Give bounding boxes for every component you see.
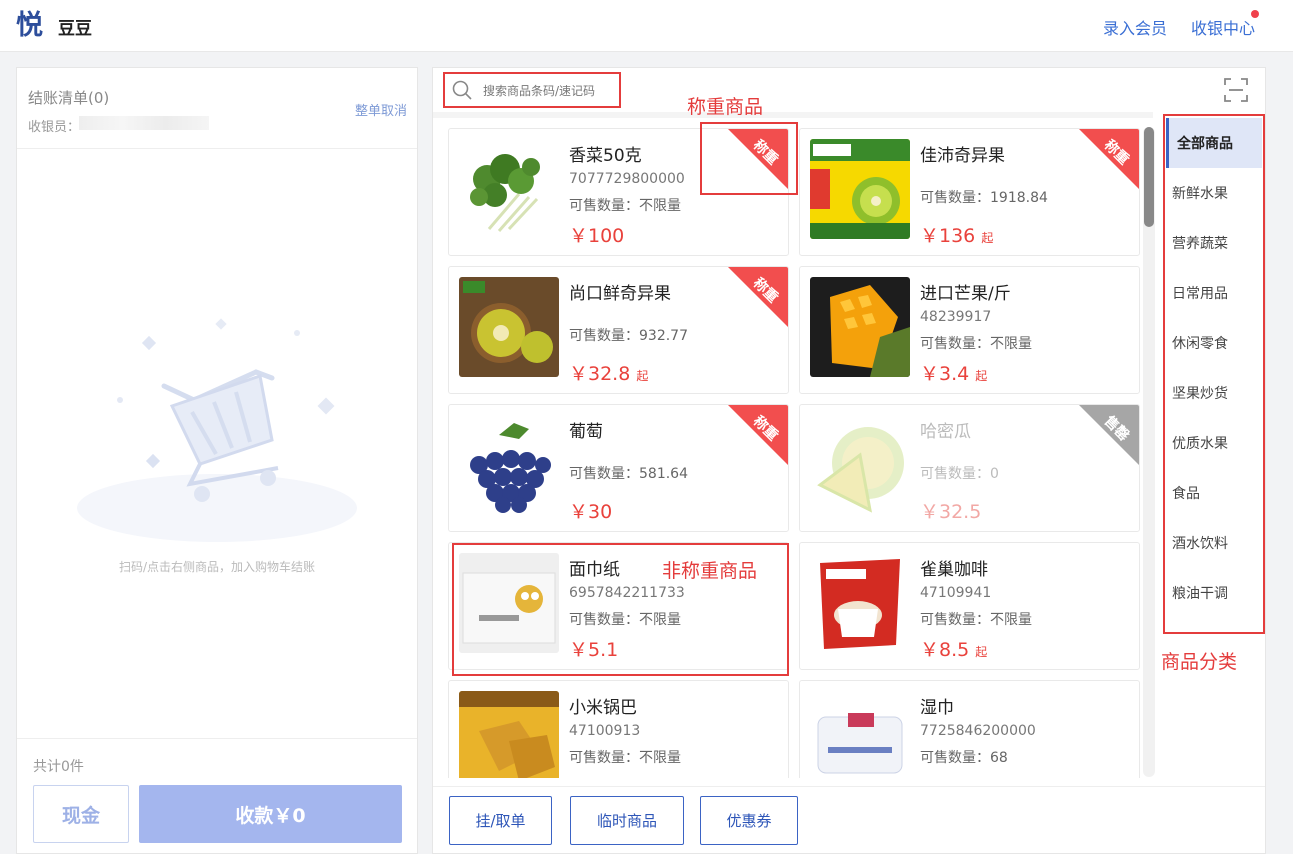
divider xyxy=(17,148,417,149)
product-card[interactable]: 进口芒果/斤 48239917 可售数量：不限量 ￥3.4 起 xyxy=(799,266,1140,394)
store-name: 豆豆 xyxy=(58,19,92,39)
sold-out-badge: 售罄 xyxy=(1078,405,1139,466)
empty-cart-illustration xyxy=(77,318,357,542)
divider xyxy=(17,738,417,739)
product-name: 雀巢咖啡 xyxy=(920,560,988,580)
total-item-count: 共计0件 xyxy=(33,759,84,775)
product-image xyxy=(810,415,910,515)
cashier-center-link[interactable]: 收银中心 xyxy=(1191,15,1255,39)
product-barcode: 47100913 xyxy=(569,723,641,739)
product-image xyxy=(459,415,559,515)
cash-button[interactable]: 现金 xyxy=(33,785,129,843)
product-image xyxy=(459,277,559,377)
hang-order-button[interactable]: 挂/取单 xyxy=(449,796,552,845)
product-name: 佳沛奇异果 xyxy=(920,146,1005,166)
product-image xyxy=(810,139,910,239)
product-stock: 可售数量：68 xyxy=(920,750,1008,766)
search-input[interactable] xyxy=(483,81,617,101)
product-image xyxy=(459,139,559,239)
temporary-goods-button[interactable]: 临时商品 xyxy=(570,796,684,845)
product-scrollbar-thumb[interactable] xyxy=(1144,127,1154,227)
product-stock: 可售数量：581.64 xyxy=(569,466,688,482)
non-weighted-annotation-label: 非称重商品 xyxy=(662,560,758,582)
product-barcode: 48239917 xyxy=(920,309,992,325)
product-image xyxy=(459,691,559,778)
product-name: 葡萄 xyxy=(569,422,603,442)
product-image xyxy=(810,691,910,778)
divider xyxy=(433,786,1265,787)
product-stock: 可售数量：不限量 xyxy=(569,198,681,214)
product-stock: 可售数量：0 xyxy=(920,466,999,482)
weighted-annotation-label: 称重商品 xyxy=(687,96,764,118)
top-bar: 悦 豆豆 录入会员 收银中心 xyxy=(0,0,1293,52)
checkout-panel: 结账清单(0) 整单取消 收银员： 扫码/点击右侧商品，加入购物车结账 共计0件… xyxy=(16,67,418,854)
product-barcode: 47109941 xyxy=(920,585,992,601)
empty-cart-hint: 扫码/点击右侧商品，加入购物车结账 xyxy=(118,560,316,574)
product-price: ￥32.8 起 xyxy=(569,363,649,385)
product-card[interactable]: 尚口鲜奇异果 可售数量：932.77 ￥32.8 起 称重 xyxy=(448,266,789,394)
weighted-badge: 称重 xyxy=(727,405,788,466)
cashier-label: 收银员： xyxy=(28,120,81,135)
checkout-list-title: 结账清单(0) xyxy=(28,89,110,107)
product-name: 进口芒果/斤 xyxy=(920,284,1011,304)
product-name: 香菜50克 xyxy=(569,146,642,166)
weighted-annotation-box xyxy=(700,122,798,195)
search-icon xyxy=(452,80,472,100)
product-price: ￥32.5 xyxy=(920,501,982,523)
product-price: ￥3.4 起 xyxy=(920,363,988,385)
product-price: ￥30 xyxy=(569,501,613,523)
weighted-badge: 称重 xyxy=(1078,129,1139,190)
product-stock: 可售数量：932.77 xyxy=(569,328,688,344)
register-member-link[interactable]: 录入会员 xyxy=(1103,15,1167,39)
product-card[interactable]: 雀巢咖啡 47109941 可售数量：不限量 ￥8.5 起 xyxy=(799,542,1140,670)
product-name: 小米锅巴 xyxy=(569,698,637,718)
product-barcode: 7725846200000 xyxy=(920,723,1036,739)
product-name: 湿巾 xyxy=(920,698,954,718)
category-annotation-label: 商品分类 xyxy=(1161,651,1238,673)
cancel-all-button[interactable]: 整单取消 xyxy=(355,100,407,119)
product-card[interactable]: 小米锅巴 47100913 可售数量：不限量 xyxy=(448,680,789,778)
app-logo: 悦 xyxy=(16,10,43,41)
search-box[interactable] xyxy=(443,72,621,108)
scan-icon[interactable] xyxy=(1224,78,1248,102)
product-stock: 可售数量：不限量 xyxy=(569,750,681,766)
product-name: 哈密瓜 xyxy=(920,422,971,442)
product-card[interactable]: 哈密瓜 可售数量：0 ￥32.5 售罄 xyxy=(799,404,1140,532)
product-price: ￥100 xyxy=(569,225,625,247)
product-grid: 香菜50克 7077729800000 可售数量：不限量 ￥100 称重 佳沛奇… xyxy=(433,118,1155,778)
product-card[interactable]: 湿巾 7725846200000 可售数量：68 xyxy=(799,680,1140,778)
product-stock: 可售数量：不限量 xyxy=(920,336,1032,352)
product-card[interactable]: 佳沛奇异果 可售数量：1918.84 ￥136 起 称重 xyxy=(799,128,1140,256)
category-annotation-box xyxy=(1163,114,1265,634)
product-price: ￥8.5 起 xyxy=(920,639,988,661)
product-stock: 可售数量：1918.84 xyxy=(920,190,1048,206)
product-image xyxy=(810,277,910,377)
coupon-button[interactable]: 优惠券 xyxy=(700,796,798,845)
weighted-badge: 称重 xyxy=(727,267,788,328)
product-barcode: 7077729800000 xyxy=(569,171,685,187)
product-card[interactable]: 葡萄 可售数量：581.64 ￥30 称重 xyxy=(448,404,789,532)
product-price: ￥136 起 xyxy=(920,225,994,247)
product-stock: 可售数量：不限量 xyxy=(920,612,1032,628)
product-image xyxy=(810,553,910,653)
cashier-name-redacted xyxy=(79,116,209,130)
collect-payment-button[interactable]: 收款￥0 xyxy=(139,785,402,843)
product-name: 尚口鲜奇异果 xyxy=(569,284,671,304)
notification-dot xyxy=(1251,10,1259,18)
